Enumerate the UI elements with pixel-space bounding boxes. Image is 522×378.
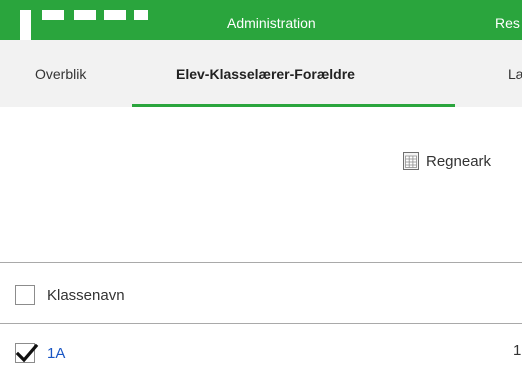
logo — [0, 10, 155, 40]
table-row: 1A — [15, 342, 65, 364]
checkmark-icon — [15, 343, 39, 363]
topnav-item-administration[interactable]: Administration — [227, 15, 316, 31]
top-navigation-bar: Administration Res — [0, 0, 522, 40]
logo-segment — [74, 10, 96, 20]
spreadsheet-button[interactable]: Regneark — [402, 150, 491, 172]
table-top-divider — [0, 262, 522, 263]
class-link-1a[interactable]: 1A — [47, 345, 65, 362]
tab-elev-klasselaerer-foraeldre[interactable]: Elev-Klasselærer-Forældre — [176, 66, 355, 82]
logo-segment — [134, 10, 148, 20]
active-tab-indicator — [132, 104, 455, 107]
spreadsheet-icon — [403, 152, 419, 170]
logo-segment — [104, 10, 126, 20]
select-all-checkbox[interactable] — [15, 285, 35, 305]
logo-segment — [42, 10, 64, 20]
topnav-item-res[interactable]: Res — [495, 15, 520, 31]
row-count-value: 1 — [513, 342, 522, 359]
table-header-row: Klassenavn — [15, 284, 125, 306]
tab-laerer[interactable]: Læ — [508, 66, 522, 82]
spreadsheet-label: Regneark — [426, 152, 492, 170]
table-header-divider — [0, 323, 522, 324]
row-checkbox[interactable] — [15, 343, 39, 363]
tab-overblik[interactable]: Overblik — [35, 66, 86, 82]
logo-segment — [20, 10, 31, 40]
column-header-klassenavn[interactable]: Klassenavn — [47, 287, 125, 304]
tab-bar: Overblik Elev-Klasselærer-Forældre Læ — [0, 40, 522, 107]
